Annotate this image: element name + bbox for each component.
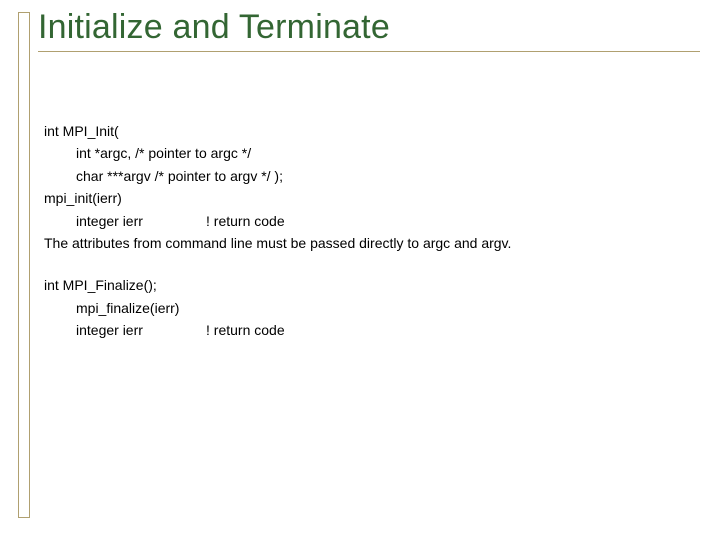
code-line: mpi_init(ierr) [44, 187, 690, 209]
description-line: The attributes from command line must be… [44, 232, 690, 254]
code-text: integer ierr [76, 319, 206, 341]
code-text: integer ierr [76, 210, 206, 232]
title-area: Initialize and Terminate [38, 8, 700, 52]
code-comment: ! return code [206, 210, 285, 232]
code-line: integer ierr! return code [44, 210, 690, 232]
spacer [44, 254, 690, 274]
left-accent-bar [18, 12, 30, 518]
title-underline [38, 51, 700, 52]
code-line: int MPI_Finalize(); [44, 274, 690, 296]
code-line: int *argc, /* pointer to argc */ [44, 142, 690, 164]
code-line: char ***argv /* pointer to argv */ ); [44, 165, 690, 187]
code-line: mpi_finalize(ierr) [44, 297, 690, 319]
code-line: integer ierr! return code [44, 319, 690, 341]
code-comment: ! return code [206, 319, 285, 341]
body-text: int MPI_Init( int *argc, /* pointer to a… [44, 120, 690, 342]
code-line: int MPI_Init( [44, 120, 690, 142]
slide: Initialize and Terminate int MPI_Init( i… [0, 0, 720, 540]
page-title: Initialize and Terminate [38, 8, 700, 47]
